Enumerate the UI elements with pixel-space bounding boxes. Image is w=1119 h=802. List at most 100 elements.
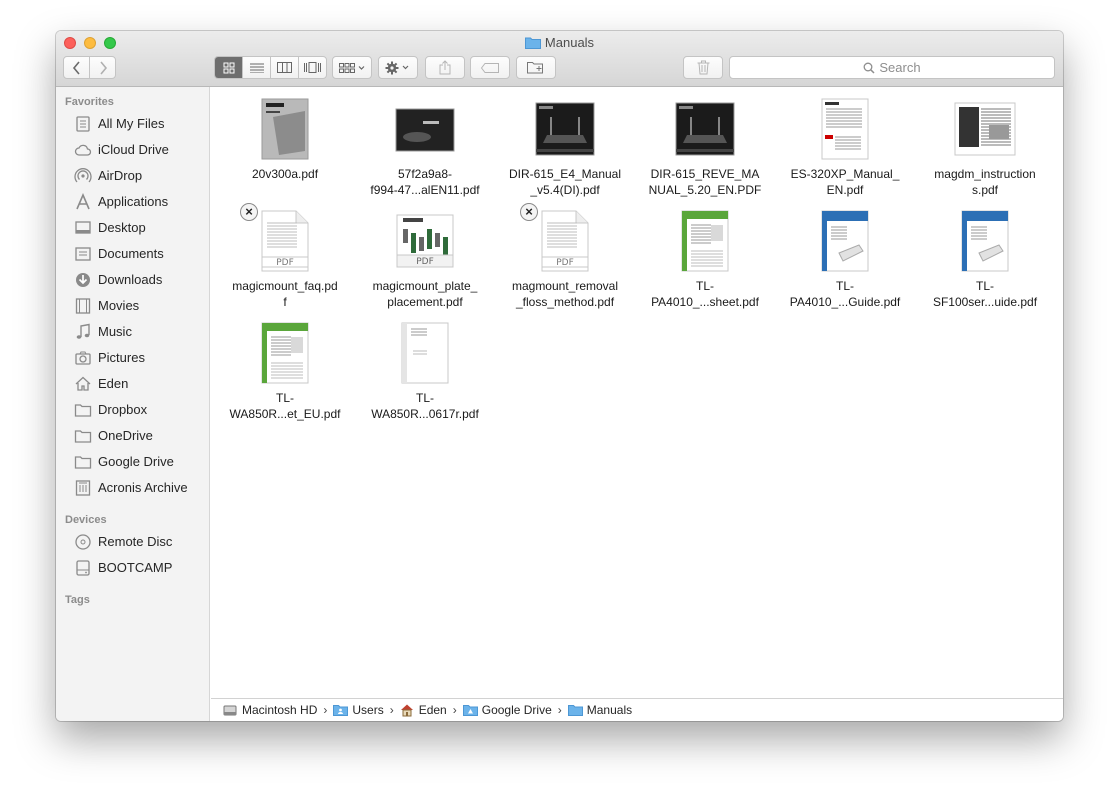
back-button[interactable] [64,57,90,78]
pdf-thumbnail-icon [395,108,455,152]
share-button[interactable] [425,56,465,79]
path-item-google-drive[interactable]: Google Drive [462,703,552,717]
devices-header: Devices [65,514,107,526]
sidebar-item-documents[interactable]: Documents [56,242,209,266]
file-name-line: f994-47...alEN11.pdf [370,183,480,197]
sidebar-item-bootcamp[interactable]: BOOTCAMP [56,556,209,580]
file-item[interactable]: TL- SF100ser...uide.pdf [915,201,1055,313]
sidebar-item-pictures[interactable]: Pictures [56,346,209,370]
trash-button[interactable] [683,56,723,79]
sidebar-item-airdrop[interactable]: AirDrop [56,164,209,188]
sidebar-item-label: BOOTCAMP [98,560,173,575]
new-folder-button[interactable] [516,56,556,79]
disc-icon [75,534,91,550]
arrange-button[interactable] [332,56,372,79]
music-icon [76,323,90,339]
file-name: DIR-615_REVE_MA NUAL_5.20_EN.PDF [635,166,775,198]
file-item[interactable]: TL- WA850R...0617r.pdf [355,313,495,425]
sidebar-item-desktop[interactable]: Desktop [56,216,209,240]
file-item[interactable]: TL- PA4010_...Guide.pdf [775,201,915,313]
finder-window: Manuals Search Favorites All My Files iC… [56,31,1063,721]
sidebar-item-downloads[interactable]: Downloads [56,268,209,292]
file-name: TL- SF100ser...uide.pdf [915,278,1055,310]
sidebar-item-music[interactable]: Music [56,320,209,344]
file-item[interactable]: TL- PA4010_...sheet.pdf [635,201,775,313]
sidebar-item-label: AirDrop [98,168,143,183]
hd-icon [223,705,237,716]
sidebar-item-label: Desktop [98,220,146,235]
file-item[interactable]: PDF × magicmount_faq.pdf [215,201,355,313]
file-name-line: EN.pdf [826,183,864,197]
file-item[interactable]: PDF magicmount_plate_ placement.pdf [355,201,495,313]
action-menu-button[interactable] [378,56,418,79]
column-view-button[interactable] [271,57,299,78]
file-item[interactable]: DIR-615_REVE_MA NUAL_5.20_EN.PDF [635,89,775,201]
sidebar-item-google-drive[interactable]: Google Drive [56,450,209,474]
airdrop-icon [74,168,92,183]
forward-button[interactable] [90,57,115,78]
edit-tags-button[interactable] [470,56,510,79]
file-name-line: s.pdf [971,183,998,197]
sidebar-item-label: Pictures [98,350,145,365]
coverflow-icon [304,62,321,73]
folder-icon [74,404,92,417]
all-files-icon [76,116,90,132]
sidebar-item-movies[interactable]: Movies [56,294,209,318]
sidebar-item-icloud-drive[interactable]: iCloud Drive [56,138,209,162]
path-item-label: Google Drive [481,703,552,717]
file-item[interactable]: 57f2a9a8- f994-47...alEN11.pdf [355,89,495,201]
pdf-thumbnail-icon [261,98,309,160]
window-title-label: Manuals [544,35,595,50]
sidebar-item-label: Acronis Archive [98,480,188,495]
sidebar-item-remote-disc[interactable]: Remote Disc [56,530,209,554]
svg-text:PDF: PDF [556,258,574,268]
path-item-eden[interactable]: Eden [400,703,447,717]
file-name-line: WA850R...0617r.pdf [371,407,479,421]
file-name: 57f2a9a8- f994-47...alEN11.pdf [355,166,495,198]
file-name: 20v300a.pdf [215,166,355,182]
path-bar: Macintosh HD › Users › Eden › Google Drive › Man… [211,698,1063,721]
close-badge-icon[interactable]: × [240,203,258,221]
sidebar-item-all-my-files[interactable]: All My Files [56,112,209,136]
downloads-icon [76,273,90,287]
window-title: Manuals [56,35,1063,50]
sidebar-item-applications[interactable]: Applications [56,190,209,214]
sidebar-item-label: Documents [98,246,164,261]
sidebar: Favorites All My Files iCloud Drive AirDro… [56,87,210,721]
pdf-thumbnail-icon: PDF [261,210,309,272]
path-separator-icon: › [389,703,394,717]
drive-icon [76,560,90,576]
path-item-macintosh-hd[interactable]: Macintosh HD [223,703,317,717]
sidebar-item-label: Applications [98,194,169,209]
icon-grid-icon [223,62,234,73]
file-item[interactable]: PDF × magmount_removal _floss_method.pdf [495,201,635,313]
sidebar-item-eden[interactable]: Eden [56,372,209,396]
movies-icon [75,298,91,314]
file-item[interactable]: 20v300a.pdf [215,89,355,201]
sidebar-item-dropbox[interactable]: Dropbox [56,398,209,422]
file-name-line: PA4010_...sheet.pdf [651,295,759,309]
sidebar-item-label: Music [98,324,132,339]
sidebar-item-onedrive[interactable]: OneDrive [56,424,209,448]
sidebar-item-acronis-archive[interactable]: Acronis Archive [56,476,209,500]
file-item[interactable]: DIR-615_E4_Manual _v5.4(DI).pdf [495,89,635,201]
arrange-grid-icon [339,62,365,73]
path-item-manuals[interactable]: Manuals [567,703,632,717]
file-item[interactable]: TL- WA850R...et_EU.pdf [215,313,355,425]
list-view-button[interactable] [243,57,271,78]
path-item-label: Users [352,703,384,717]
tag-icon [481,62,499,73]
file-item[interactable]: magdm_instruction s.pdf [915,89,1055,201]
file-item[interactable]: ES-320XP_Manual_ EN.pdf [775,89,915,201]
file-name-line: f [283,295,287,309]
coverflow-view-button[interactable] [299,57,326,78]
pdf-thumbnail-icon [675,102,735,156]
close-badge-icon[interactable]: × [520,203,538,221]
file-name-line: magicmount_faq.pd [232,279,338,293]
search-field[interactable]: Search [729,56,1055,79]
columns-icon [277,62,292,73]
path-item-users[interactable]: Users [333,703,384,717]
pdf-thumbnail-icon [954,102,1016,156]
sidebar-item-label: iCloud Drive [98,142,169,157]
icon-view-button[interactable] [215,57,243,78]
